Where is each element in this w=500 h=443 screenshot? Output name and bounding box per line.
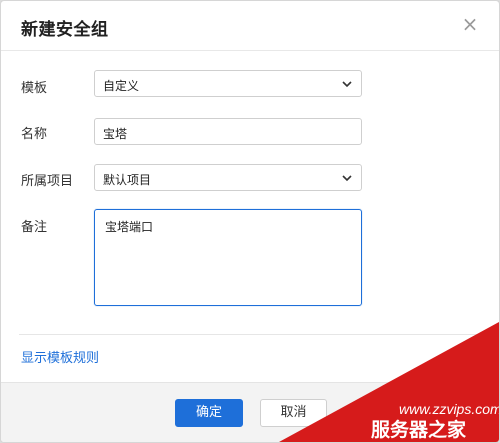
divider (19, 334, 481, 335)
note-label: 备注 (21, 220, 48, 235)
close-icon[interactable]: × (459, 13, 481, 35)
dialog-title: 新建安全组 (21, 20, 109, 40)
new-security-group-dialog: 新建安全组 × 模板 自定义 名称 宝塔 所属项目 默认项目 备注 宝塔端口 显… (0, 0, 500, 443)
note-textarea-value: 宝塔端口 (105, 220, 154, 234)
project-label: 所属项目 (21, 174, 74, 189)
name-input-value: 宝塔 (103, 127, 128, 141)
template-select-value: 自定义 (103, 79, 140, 93)
cancel-button[interactable]: 取消 (260, 399, 327, 427)
template-label: 模板 (21, 81, 48, 96)
note-textarea[interactable]: 宝塔端口 (94, 209, 362, 306)
chevron-down-icon (342, 175, 352, 182)
project-select[interactable]: 默认项目 (94, 164, 362, 191)
dialog-header: 新建安全组 × (1, 1, 499, 51)
confirm-button[interactable]: 确定 (175, 399, 243, 427)
name-input[interactable]: 宝塔 (94, 118, 362, 145)
project-select-value: 默认项目 (103, 173, 152, 187)
chevron-down-icon (342, 81, 352, 88)
dialog-footer: 确定 取消 (1, 382, 499, 442)
name-label: 名称 (21, 127, 48, 142)
show-template-rules-link[interactable]: 显示模板规则 (21, 347, 99, 366)
template-select[interactable]: 自定义 (94, 70, 362, 97)
